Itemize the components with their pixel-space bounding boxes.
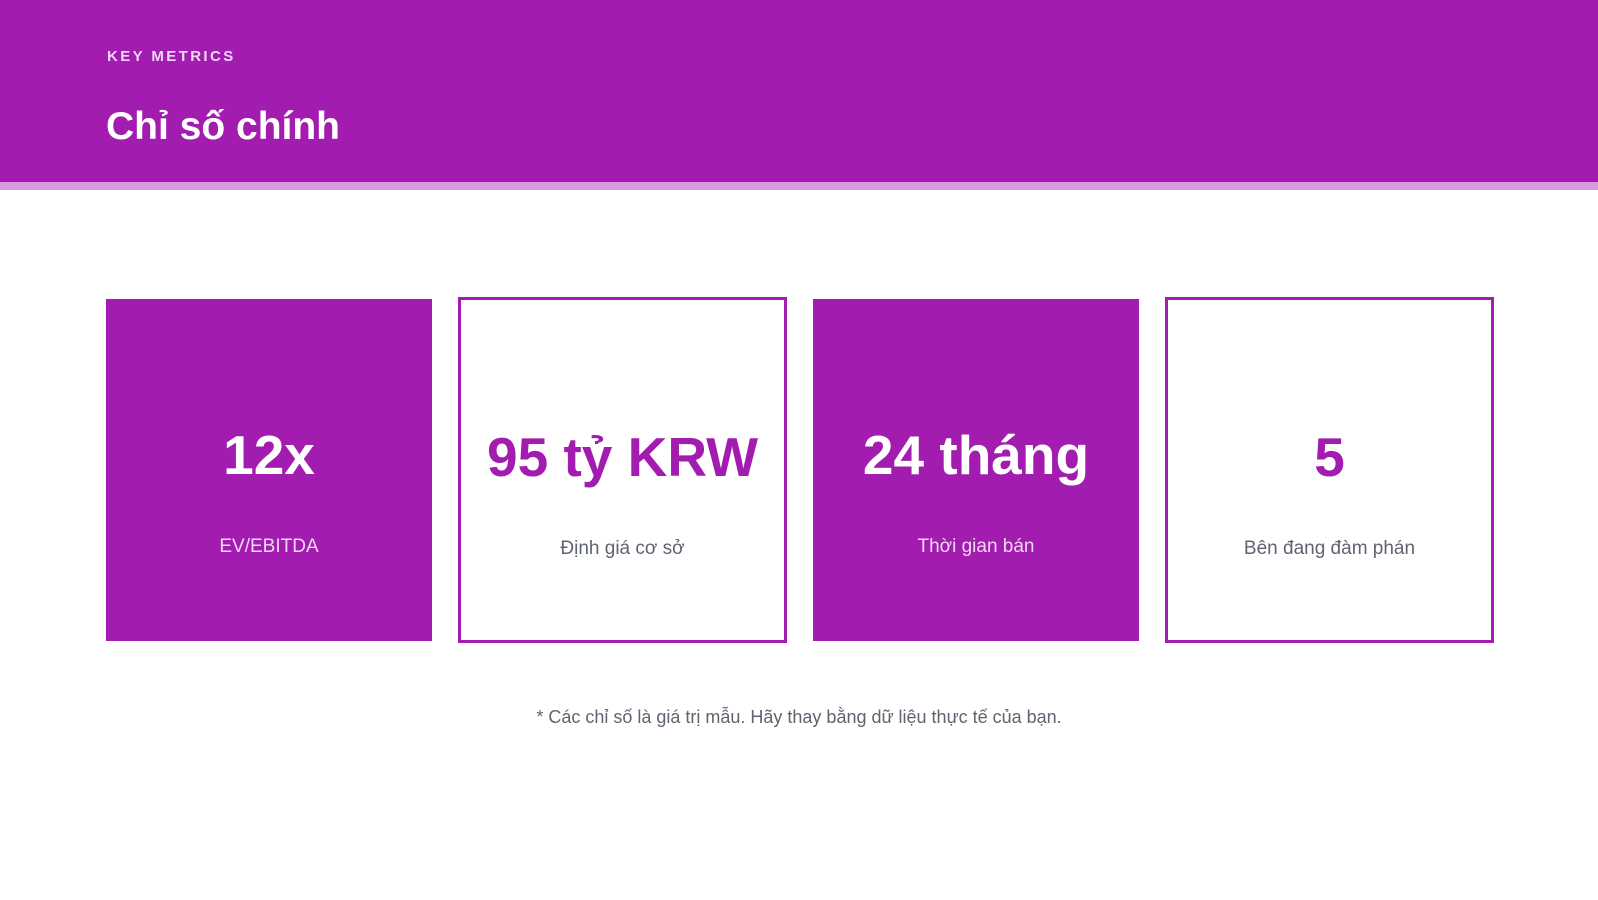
metric-cards: 12x EV/EBITDA 95 tỷ KRW Định giá cơ sở 2… [106, 297, 1495, 643]
metric-label: Định giá cơ sở [560, 538, 685, 559]
metric-label: Thời gian bán [917, 536, 1035, 557]
metric-label: Bên đang đàm phán [1243, 538, 1416, 559]
slide-header: KEY METRICS Chỉ số chính [0, 0, 1598, 182]
section-eyebrow: KEY METRICS [107, 48, 236, 65]
metric-card-negotiating-parties: 5 Bên đang đàm phán [1165, 297, 1494, 643]
header-accent-bar [0, 182, 1598, 190]
metric-value: 12x [223, 424, 315, 486]
key-metrics-slide: KEY METRICS Chỉ số chính 12x EV/EBITDA 9… [0, 0, 1598, 900]
metric-label: EV/EBITDA [219, 536, 319, 557]
metric-value: 5 [1314, 426, 1345, 488]
metric-value: 95 tỷ KRW [487, 426, 758, 488]
metric-value: 24 tháng [862, 424, 1090, 486]
metric-card-base-valuation: 95 tỷ KRW Định giá cơ sở [458, 297, 787, 643]
sample-data-footnote: * Các chỉ số là giá trị mẫu. Hãy thay bằ… [536, 707, 1062, 727]
metric-card-sale-timeline: 24 tháng Thời gian bán [813, 299, 1139, 641]
metric-card-ev-ebitda: 12x EV/EBITDA [106, 299, 432, 641]
page-title: Chỉ số chính [106, 105, 340, 148]
